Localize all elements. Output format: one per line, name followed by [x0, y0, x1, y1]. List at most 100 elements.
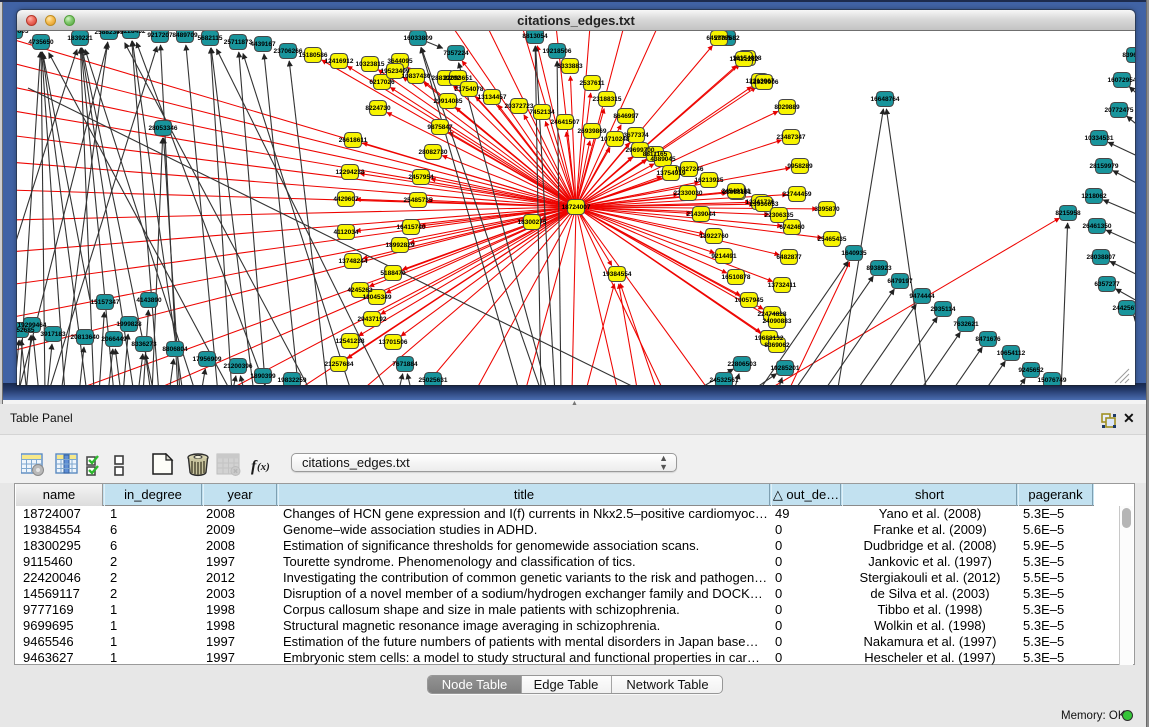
svg-text:18922760: 18922760 [700, 233, 729, 240]
svg-text:2066449: 2066449 [101, 336, 127, 343]
svg-text:5682115: 5682115 [198, 35, 223, 42]
svg-text:19832259: 19832259 [278, 377, 307, 384]
svg-text:29437192: 29437192 [358, 316, 387, 323]
svg-text:24549181: 24549181 [722, 188, 751, 195]
svg-text:28082730: 28082730 [419, 149, 448, 156]
svg-text:25025631: 25025631 [419, 377, 448, 384]
svg-text:1890399: 1890399 [250, 373, 276, 380]
svg-text:13748244: 13748244 [339, 258, 368, 265]
svg-text:1839221: 1839221 [67, 35, 93, 42]
svg-text:9245652: 9245652 [1018, 367, 1044, 374]
svg-text:22744459: 22744459 [783, 191, 812, 198]
svg-text:4112034: 4112034 [334, 229, 359, 236]
svg-text:2457954: 2457954 [408, 174, 434, 181]
svg-text:12541238: 12541238 [336, 338, 365, 345]
svg-text:4245263: 4245263 [347, 287, 373, 294]
svg-text:26461350: 26461350 [1083, 223, 1112, 230]
svg-text:24532561: 24532561 [710, 377, 739, 384]
svg-text:9474444: 9474444 [909, 293, 935, 300]
svg-text:26939869: 26939869 [578, 128, 607, 135]
svg-text:7452134: 7452134 [529, 109, 555, 116]
svg-text:16648764: 16648764 [871, 96, 900, 103]
svg-text:8336273: 8336273 [131, 341, 157, 348]
svg-text:8471676: 8471676 [975, 336, 1001, 343]
svg-text:8806804: 8806804 [162, 346, 188, 353]
svg-text:23188315: 23188315 [593, 96, 622, 103]
svg-text:16072954: 16072954 [1108, 77, 1135, 84]
svg-text:4143890: 4143890 [136, 297, 162, 304]
svg-text:19285201: 19285201 [771, 365, 800, 372]
svg-text:5188470: 5188470 [380, 270, 406, 277]
svg-text:8396759: 8396759 [1122, 52, 1135, 59]
svg-text:6217026: 6217026 [369, 79, 395, 86]
svg-text:21439044: 21439044 [687, 211, 716, 218]
svg-text:25465435: 25465435 [818, 236, 847, 243]
svg-text:25485735: 25485735 [404, 197, 433, 204]
svg-text:6479197: 6479197 [887, 278, 913, 285]
svg-text:22093651: 22093651 [444, 75, 473, 82]
svg-text:15076749: 15076749 [1038, 377, 1067, 384]
svg-text:10057945: 10057945 [735, 297, 764, 304]
svg-text:18992829: 18992829 [386, 242, 415, 249]
svg-text:18724007: 18724007 [562, 204, 591, 211]
svg-text:10334531: 10334531 [1085, 135, 1114, 142]
svg-text:13045349: 13045349 [363, 294, 392, 301]
svg-text:8369062: 8369062 [764, 342, 790, 349]
svg-text:22474828: 22474828 [758, 311, 787, 318]
svg-text:3395870: 3395870 [814, 206, 840, 213]
svg-text:3917183: 3917183 [40, 331, 66, 338]
svg-text:6357277: 6357277 [1094, 281, 1120, 288]
svg-text:24425670: 24425670 [1113, 305, 1135, 312]
svg-text:13732411: 13732411 [768, 282, 797, 289]
svg-text:24641507: 24641507 [551, 119, 580, 126]
svg-text:22306335: 22306335 [765, 212, 794, 219]
svg-text:4735650: 4735650 [28, 39, 54, 46]
svg-text:4439167: 4439167 [250, 41, 276, 48]
svg-text:28159979: 28159979 [1090, 163, 1119, 170]
svg-text:9217207: 9217207 [147, 32, 173, 39]
svg-text:29914085: 29914085 [434, 98, 463, 105]
svg-text:13421212: 13421212 [730, 56, 759, 63]
svg-text:2935114: 2935114 [931, 306, 956, 313]
svg-text:25711873: 25711873 [224, 39, 253, 46]
svg-text:10327246: 10327246 [675, 166, 704, 173]
svg-text:16213925: 16213925 [695, 177, 724, 184]
svg-text:21200396: 21200396 [224, 363, 253, 370]
svg-text:7357224: 7357224 [443, 50, 469, 57]
svg-text:8938923: 8938923 [866, 265, 892, 272]
svg-text:12294238: 12294238 [336, 169, 365, 176]
svg-text:23936053: 23936053 [750, 201, 779, 208]
svg-text:20772475: 20772475 [1105, 107, 1134, 114]
svg-text:3644095: 3644095 [387, 58, 413, 65]
svg-text:8489709: 8489709 [172, 32, 198, 39]
svg-text:6742460: 6742460 [779, 224, 805, 231]
svg-text:10323815: 10323815 [356, 61, 385, 68]
svg-text:10228452: 10228452 [117, 31, 146, 35]
svg-text:3677374: 3677374 [623, 132, 649, 139]
svg-text:8029889: 8029889 [774, 104, 800, 111]
svg-text:12920906: 12920906 [750, 79, 779, 86]
svg-text:8215958: 8215958 [1055, 210, 1081, 217]
svg-text:17956909: 17956909 [193, 356, 222, 363]
svg-text:6482877: 6482877 [776, 254, 802, 261]
svg-text:10654112: 10654112 [997, 350, 1026, 357]
svg-text:26618611: 26618611 [339, 137, 368, 144]
svg-text:19384554: 19384554 [603, 271, 632, 278]
svg-text:7632621: 7632621 [953, 321, 979, 328]
svg-text:20813640: 20813640 [71, 334, 100, 341]
svg-text:22806503: 22806503 [728, 361, 757, 368]
svg-text:21754078: 21754078 [455, 86, 484, 93]
svg-text:10837430: 10837430 [402, 73, 431, 80]
svg-text:8224730: 8224730 [365, 105, 391, 112]
svg-text:6457765: 6457765 [706, 35, 732, 42]
svg-text:24090883: 24090883 [763, 318, 792, 325]
svg-text:19218506: 19218506 [543, 48, 572, 55]
svg-text:23487347: 23487347 [777, 134, 806, 141]
svg-text:18300275: 18300275 [518, 219, 547, 226]
svg-text:15180586: 15180586 [299, 52, 328, 59]
svg-text:1999828: 1999828 [116, 321, 142, 328]
svg-text:1218062: 1218062 [1081, 193, 1107, 200]
svg-text:16033809: 16033809 [404, 35, 433, 42]
svg-text:15157347: 15157347 [91, 299, 120, 306]
svg-text:4389045: 4389045 [650, 156, 676, 163]
